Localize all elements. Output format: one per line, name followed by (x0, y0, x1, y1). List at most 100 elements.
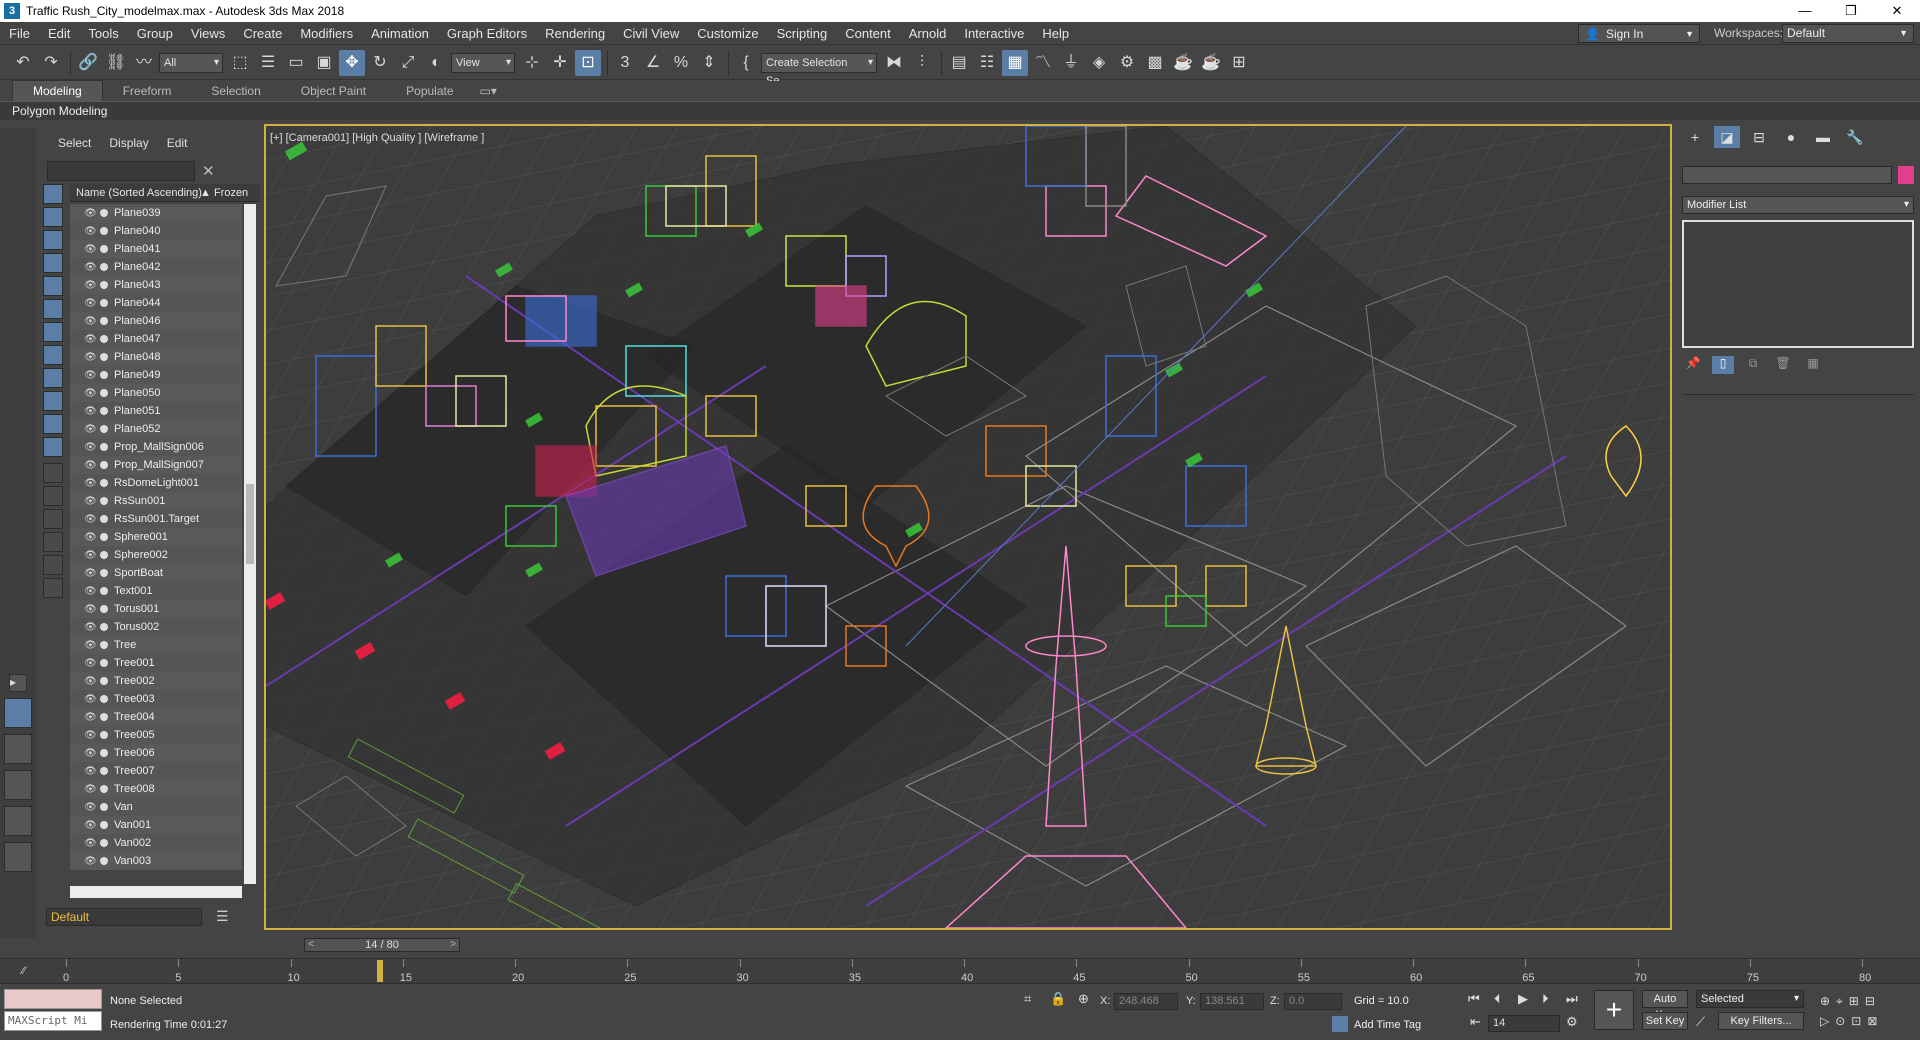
list-item[interactable]: 👁 Plane044 (70, 294, 242, 312)
pin-stack-icon[interactable]: 📌 (1682, 356, 1704, 374)
show-end-result-icon[interactable]: ▯ (1712, 356, 1734, 374)
menu-animation[interactable]: Animation (362, 26, 438, 41)
tab-object-paint[interactable]: Object Paint (281, 81, 386, 101)
angle-snap-icon[interactable]: ∠ (640, 50, 666, 76)
list-item[interactable]: 👁 Tree008 (70, 780, 242, 798)
explorer-column-header[interactable]: Name (Sorted Ascending) ▲ Frozen (70, 184, 260, 202)
keyboard-shortcut-override-icon[interactable]: ⊡ (575, 49, 601, 76)
lock-cell-icon[interactable] (43, 578, 63, 598)
tab-freeform[interactable]: Freeform (103, 81, 192, 101)
eye-icon[interactable]: 👁 (84, 586, 98, 597)
menu-civil-view[interactable]: Civil View (614, 26, 688, 41)
previous-frame-icon[interactable]: ⏴ (1494, 991, 1501, 1007)
maxscript-listener-input[interactable]: MAXScript Mi (4, 1011, 102, 1031)
filter-frozen-icon[interactable] (43, 414, 63, 434)
eye-icon[interactable]: 👁 (84, 532, 98, 543)
time-slider[interactable]: 14 / 80 (304, 938, 460, 952)
list-item[interactable]: 👁 Van003 (70, 852, 242, 870)
link-icon[interactable]: 🔗 (75, 50, 101, 76)
explorer-tab-select[interactable]: Select (58, 136, 91, 150)
time-slider-next-icon[interactable]: > (446, 938, 460, 952)
undo-icon[interactable]: ↶ (10, 50, 36, 76)
set-keys-icon[interactable]: + (1594, 990, 1634, 1030)
list-item[interactable]: 👁 Tree002 (70, 672, 242, 690)
redo-icon[interactable]: ↷ (38, 50, 64, 76)
filter-funnel-icon[interactable] (43, 532, 63, 552)
minimize-button[interactable]: — (1782, 0, 1828, 22)
eye-icon[interactable]: 👁 (84, 226, 98, 237)
explorer-tab-display[interactable]: Display (109, 136, 148, 150)
layout-columns-icon[interactable] (4, 806, 32, 836)
eye-icon[interactable]: 👁 (84, 802, 98, 813)
tab-populate[interactable]: Populate (386, 81, 473, 101)
menu-arnold[interactable]: Arnold (900, 26, 956, 41)
explorer-scrollbar[interactable] (244, 204, 256, 884)
curve-editor-icon[interactable]: 〽 (1030, 50, 1056, 76)
list-item[interactable]: 👁 Plane049 (70, 366, 242, 384)
layer-explorer-icon[interactable]: ☷ (974, 50, 1000, 76)
object-name-field[interactable] (1682, 166, 1892, 184)
eye-icon[interactable]: 👁 (84, 676, 98, 687)
list-item[interactable]: 👁 Plane047 (70, 330, 242, 348)
curve-editor-mini-icon[interactable]: ⁄⁄ (22, 965, 26, 977)
eye-icon[interactable]: 👁 (84, 640, 98, 651)
column-name[interactable]: Name (Sorted Ascending) (76, 187, 202, 199)
eye-icon[interactable]: 👁 (84, 478, 98, 489)
key-filters-button[interactable]: Key Filters... (1718, 1012, 1804, 1030)
eye-icon[interactable]: 👁 (84, 442, 98, 453)
list-item[interactable]: 👁 Torus001 (70, 600, 242, 618)
maximize-button[interactable]: ❐ (1828, 0, 1874, 22)
filter-geometry-icon[interactable] (43, 184, 63, 204)
rendered-frame-window-icon[interactable]: ▩ (1142, 50, 1168, 76)
create-tab-icon[interactable]: + (1682, 126, 1708, 148)
filter-groups-icon[interactable] (43, 322, 63, 342)
eye-icon[interactable]: 👁 (84, 604, 98, 615)
eye-icon[interactable]: 👁 (84, 820, 98, 831)
move-icon[interactable]: ✥ (339, 49, 365, 76)
eye-icon[interactable]: 👁 (84, 334, 98, 345)
auto-key-button[interactable]: Auto Key (1642, 990, 1688, 1021)
list-item[interactable]: 👁 Torus002 (70, 618, 242, 636)
default-in-out-tangents-icon[interactable]: ⟋ (1696, 1014, 1705, 1030)
select-by-name-icon[interactable]: ☰ (255, 50, 281, 76)
list-item[interactable]: 👁 Tree004 (70, 708, 242, 726)
menu-rendering[interactable]: Rendering (536, 26, 614, 41)
absolute-mode-icon[interactable]: ⊕ (1078, 991, 1089, 1007)
explorer-horizontal-scrollbar[interactable] (70, 886, 242, 898)
filter-containers-icon[interactable] (43, 391, 63, 411)
layer-dropdown[interactable]: Default (46, 908, 202, 926)
align-icon[interactable]: ⫶ (909, 50, 935, 76)
layout-split-icon[interactable] (4, 734, 32, 764)
menu-file[interactable]: File (0, 26, 39, 41)
list-item[interactable]: 👁 Tree001 (70, 654, 242, 672)
menu-graph-editors[interactable]: Graph Editors (438, 26, 536, 41)
list-item[interactable]: 👁 RsDomeLight001 (70, 474, 242, 492)
select-object-icon[interactable]: ⬚ (227, 50, 253, 76)
list-item[interactable]: 👁 Plane040 (70, 222, 242, 240)
filter-spacewarps-icon[interactable] (43, 299, 63, 319)
spinner-snap-icon[interactable]: ⇕ (696, 50, 722, 76)
eye-icon[interactable]: 👁 (84, 514, 98, 525)
clear-icon[interactable]: ✕ (202, 162, 215, 180)
list-item[interactable]: 👁 Plane048 (70, 348, 242, 366)
object-color-swatch[interactable] (1898, 166, 1914, 184)
selection-filter-dropdown[interactable]: All (159, 52, 223, 73)
ribbon-options-icon[interactable]: ▭▾ (474, 81, 503, 101)
y-coordinate-field[interactable]: 138.561 (1200, 993, 1264, 1010)
current-frame-field[interactable]: 14 (1488, 1015, 1560, 1032)
explorer-search-input[interactable] (47, 161, 195, 181)
tab-selection[interactable]: Selection (191, 81, 280, 101)
filter-options-icon[interactable] (43, 555, 63, 575)
scene-explorer-toggle-icon[interactable]: ▤ (946, 50, 972, 76)
eye-icon[interactable]: 👁 (84, 622, 98, 633)
display-none-icon[interactable] (43, 486, 63, 506)
play-icon[interactable]: ▶ (1518, 991, 1528, 1007)
motion-tab-icon[interactable]: ● (1778, 126, 1804, 148)
list-item[interactable]: 👁 Plane046 (70, 312, 242, 330)
camera-viewport[interactable]: [+] [Camera001] [High Quality ] [Wirefra… (264, 124, 1672, 930)
eye-icon[interactable]: 👁 (84, 838, 98, 849)
list-item[interactable]: 👁 Plane042 (70, 258, 242, 276)
list-item[interactable]: 👁 RsSun001.Target (70, 510, 242, 528)
workspace-dropdown[interactable]: Default ▼ (1782, 24, 1914, 43)
isolate-selection-icon[interactable]: ⌗ (1024, 991, 1031, 1007)
